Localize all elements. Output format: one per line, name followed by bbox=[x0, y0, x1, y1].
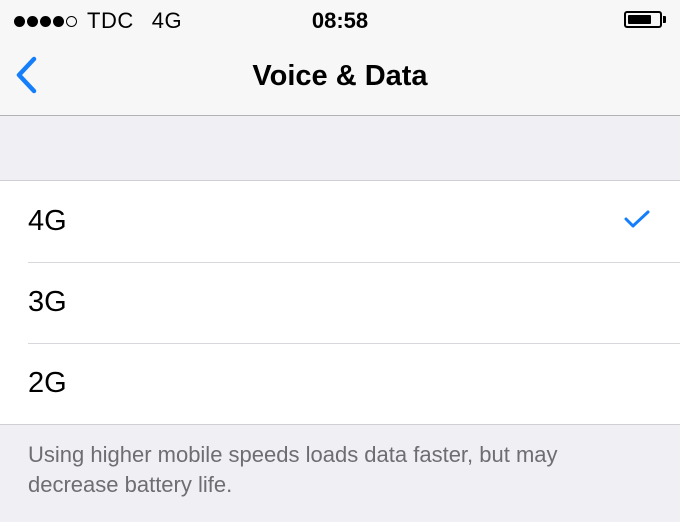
option-4g[interactable]: 4G bbox=[0, 181, 680, 262]
option-label: 4G bbox=[28, 205, 67, 237]
page-title: Voice & Data bbox=[252, 60, 428, 92]
option-label: 3G bbox=[28, 286, 67, 318]
status-bar: TDC 4G 08:58 bbox=[0, 0, 680, 38]
footer-note: Using higher mobile speeds loads data fa… bbox=[28, 442, 558, 497]
battery-fill bbox=[628, 15, 651, 24]
status-time: 08:58 bbox=[311, 8, 369, 33]
option-3g[interactable]: 3G bbox=[0, 262, 680, 343]
section-header-spacer bbox=[0, 116, 680, 180]
navigation-bar: Voice & Data bbox=[0, 38, 680, 116]
checkmark-icon bbox=[624, 210, 650, 228]
battery-body bbox=[624, 11, 662, 28]
battery-icon bbox=[624, 11, 666, 28]
battery-tip bbox=[663, 16, 666, 23]
option-2g[interactable]: 2G bbox=[0, 343, 680, 424]
option-label: 2G bbox=[28, 367, 67, 399]
network-options-list: 4G 3G 2G bbox=[0, 180, 680, 425]
